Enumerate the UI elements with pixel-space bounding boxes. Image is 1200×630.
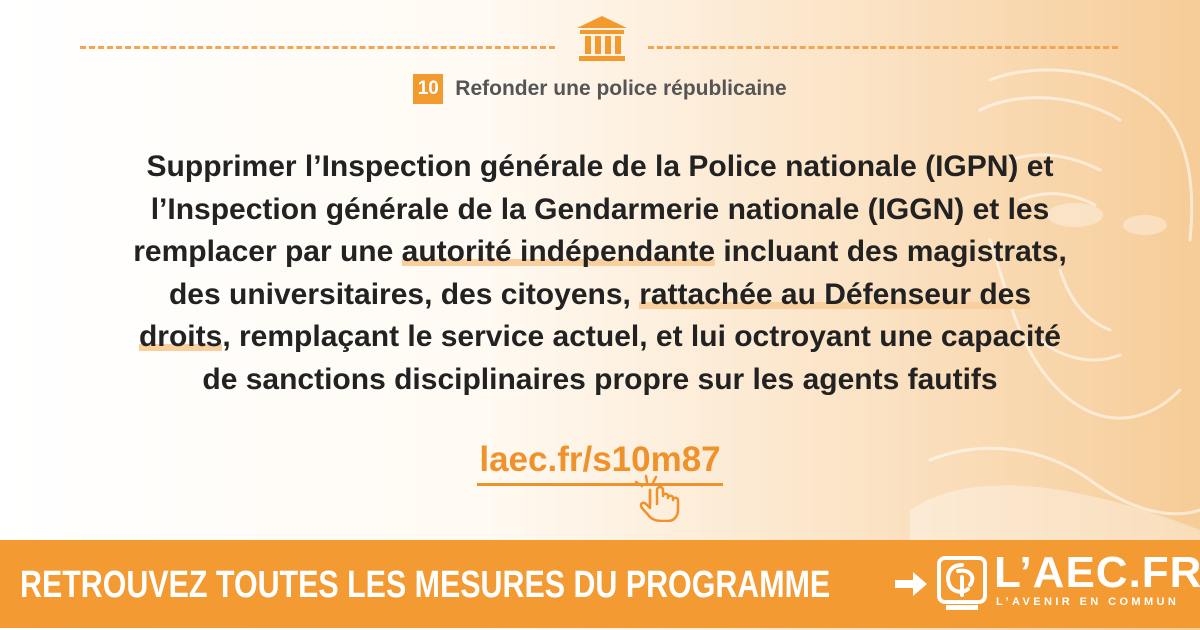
measure-link-container: laec.fr/s10m87 <box>0 440 1200 486</box>
arrow-right-icon <box>895 572 927 596</box>
laec-logo-text: L’AEC.FR <box>994 548 1200 597</box>
dashed-divider-right <box>648 46 1118 49</box>
highlight-defenseur-des-droits: rattachée au Défenseur des <box>639 277 1032 311</box>
measure-number-badge: 10 <box>413 74 444 104</box>
laec-logo-icon <box>937 556 987 610</box>
measure-line-4a: des universitaires, des citoyens, <box>168 277 640 311</box>
measure-text: Supprimer l’Inspection générale de la Po… <box>40 146 1160 401</box>
highlight-independent-authority: autorité indépendante <box>401 235 716 268</box>
category-label: Refonder une police républicaine <box>455 77 787 100</box>
footer-cta[interactable]: RETROUVEZ TOUTES LES MESURES DU PROGRAMM… <box>20 540 830 628</box>
measure-line-3b: incluant des magistrats, <box>715 235 1067 268</box>
measure-line-5: , remplaçant le service actuel, et lui o… <box>222 320 1061 353</box>
pointer-click-icon <box>634 474 680 522</box>
building-icon <box>577 16 627 61</box>
measure-line-1: Supprimer l’Inspection générale de la Po… <box>146 150 1054 183</box>
dashed-divider-left <box>80 46 555 49</box>
measure-link[interactable]: laec.fr/s10m87 <box>477 440 723 486</box>
measure-line-6: de sanctions disciplinaires propre sur l… <box>202 362 998 396</box>
measure-line-2: l’Inspection générale de la Gendarmerie … <box>150 192 1050 226</box>
laec-logo-subtitle: L’AVENIR EN COMMUN <box>996 596 1180 608</box>
measure-category: 10 Refonder une police républicaine <box>0 74 1200 104</box>
highlight-droits: droits <box>138 320 223 353</box>
measure-line-3a: remplacer par une <box>133 235 402 268</box>
